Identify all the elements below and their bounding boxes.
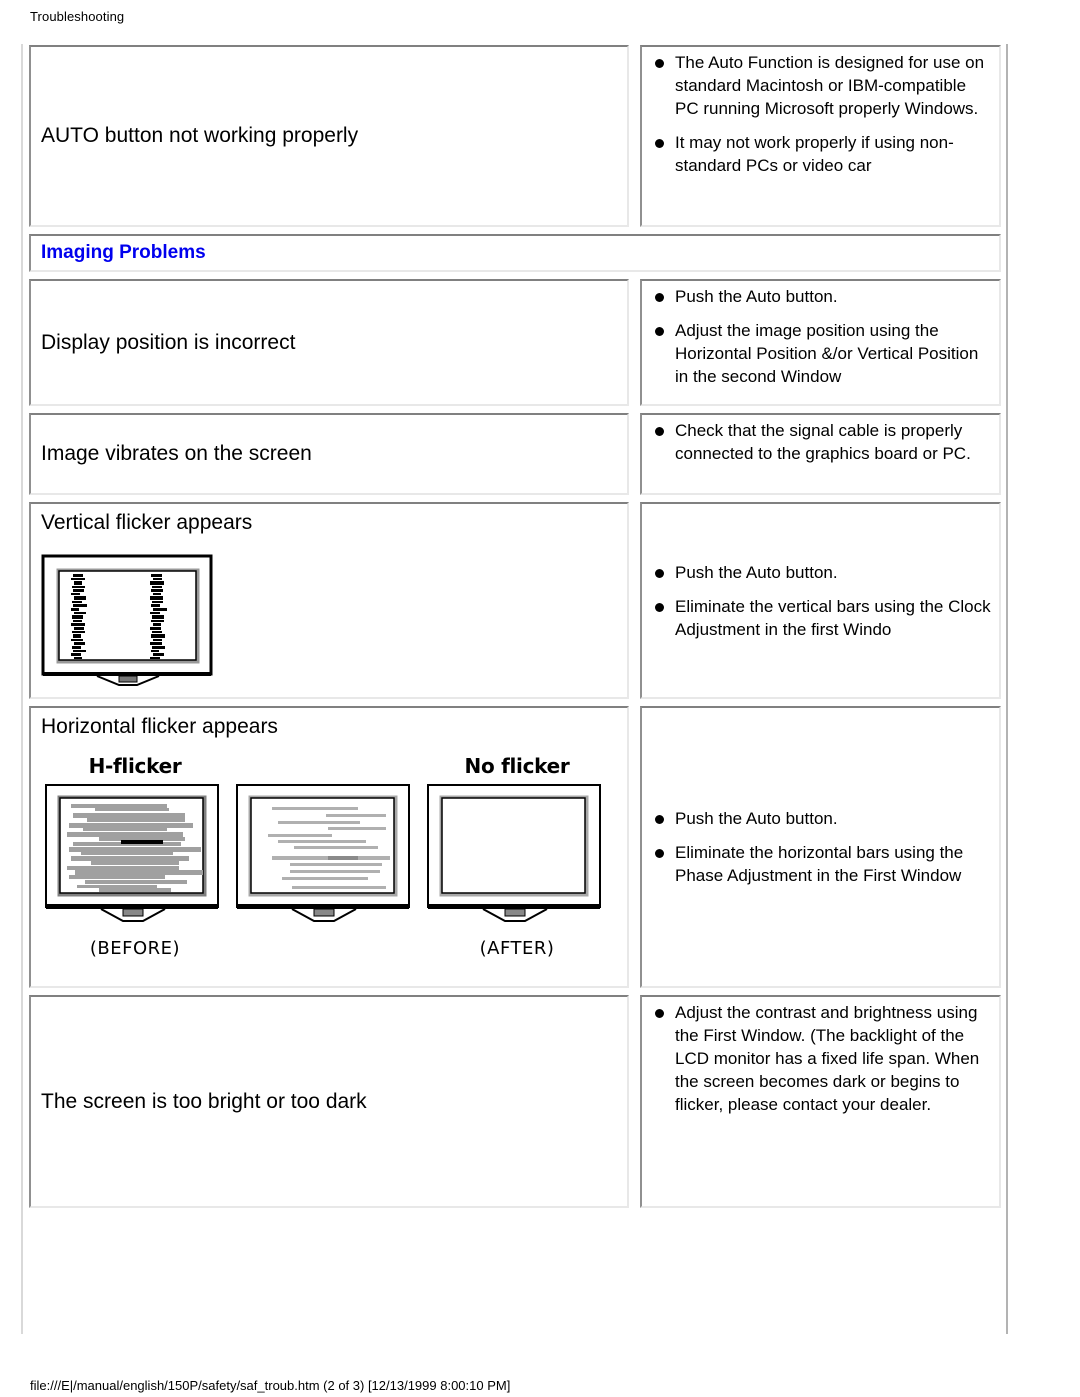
figure-label-h-flicker: H-flicker [88,754,182,778]
symptom-label: Horizontal flicker appears [41,715,278,738]
symptom-label: The screen is too bright or too dark [41,1089,367,1113]
remedy-item: The Auto Function is designed for use on… [648,51,991,120]
remedy-list: Push the Auto button. Eliminate the hori… [648,807,991,887]
section-header-cell: Imaging Problems [29,234,1001,272]
remedy-item: Push the Auto button. [648,561,991,584]
remedy-item: Adjust the contrast and brightness using… [648,1001,991,1116]
monitor-no-flicker-icon [427,784,601,922]
symptom-label: AUTO button not working properly [41,124,359,147]
remedy-list: Adjust the contrast and brightness using… [648,1001,991,1116]
monitor-middle-icon [236,784,410,922]
troubleshooting-table: AUTO button not working properly The Aut… [29,45,1001,1215]
remedy-cell-image-vibrates: Check that the signal cable is properly … [640,413,1001,495]
table-row: The screen is too bright or too dark Adj… [29,995,1001,1208]
figure-spacer [234,754,418,782]
monitor-after-block: No flicker (AFTER) [425,754,609,959]
remedy-item: Eliminate the vertical bars using the Cl… [648,595,991,641]
table-row: Vertical flicker appears Push the Auto b… [29,502,1001,699]
symptom-cell-horizontal-flicker: Horizontal flicker appears H-flicker (BE… [29,706,629,988]
table-row: Image vibrates on the screen Check that … [29,413,1001,495]
remedy-item: It may not work properly if using non-st… [648,131,991,177]
monitor-h-flicker-icon [45,784,219,922]
figure-label-after: (AFTER) [479,938,555,959]
symptom-cell-screen-brightness: The screen is too bright or too dark [29,995,629,1208]
remedy-cell-horizontal-flicker: Push the Auto button. Eliminate the hori… [640,706,1001,988]
table-row: Display position is incorrect Push the A… [29,279,1001,406]
remedy-item: Push the Auto button. [648,807,991,830]
table-row: AUTO button not working properly The Aut… [29,45,1001,227]
horizontal-flicker-figure: H-flicker (BEFORE) No flicker (AFTER) [43,754,619,959]
remedy-list: Check that the signal cable is properly … [648,419,991,465]
remedy-item: Check that the signal cable is properly … [648,419,991,465]
monitor-middle-block [234,754,418,959]
symptom-label: Vertical flicker appears [41,511,253,534]
table-row: Horizontal flicker appears H-flicker (BE… [29,706,1001,988]
remedy-list: The Auto Function is designed for use on… [648,51,991,177]
vertical-flicker-monitor-figure [41,554,619,693]
monitor-before-block: H-flicker (BEFORE) [43,754,227,959]
footer-path-text: file:///E|/manual/english/150P/safety/sa… [30,1378,511,1393]
monitor-icon [41,554,213,686]
remedy-item: Push the Auto button. [648,285,991,308]
section-title-imaging-problems: Imaging Problems [41,242,206,263]
symptom-label: Image vibrates on the screen [41,442,312,465]
figure-label-before: (BEFORE) [89,938,181,959]
figure-label-no-flicker: No flicker [464,754,570,778]
symptom-cell-vertical-flicker: Vertical flicker appears [29,502,629,699]
remedy-list: Push the Auto button. Eliminate the vert… [648,561,991,641]
remedy-cell-display-position: Push the Auto button. Adjust the image p… [640,279,1001,406]
symptom-cell-display-position: Display position is incorrect [29,279,629,406]
table-row-section-header: Imaging Problems [29,234,1001,272]
remedy-cell-screen-brightness: Adjust the contrast and brightness using… [640,995,1001,1208]
symptom-cell-auto-button: AUTO button not working properly [29,45,629,227]
remedy-list: Push the Auto button. Adjust the image p… [648,285,991,388]
symptom-cell-image-vibrates: Image vibrates on the screen [29,413,629,495]
remedy-item: Adjust the image position using the Hori… [648,319,991,388]
remedy-cell-auto-button: The Auto Function is designed for use on… [640,45,1001,227]
symptom-label: Display position is incorrect [41,330,296,354]
page-header-label: Troubleshooting [30,9,125,24]
remedy-cell-vertical-flicker: Push the Auto button. Eliminate the vert… [640,502,1001,699]
remedy-item: Eliminate the horizontal bars using the … [648,841,991,887]
